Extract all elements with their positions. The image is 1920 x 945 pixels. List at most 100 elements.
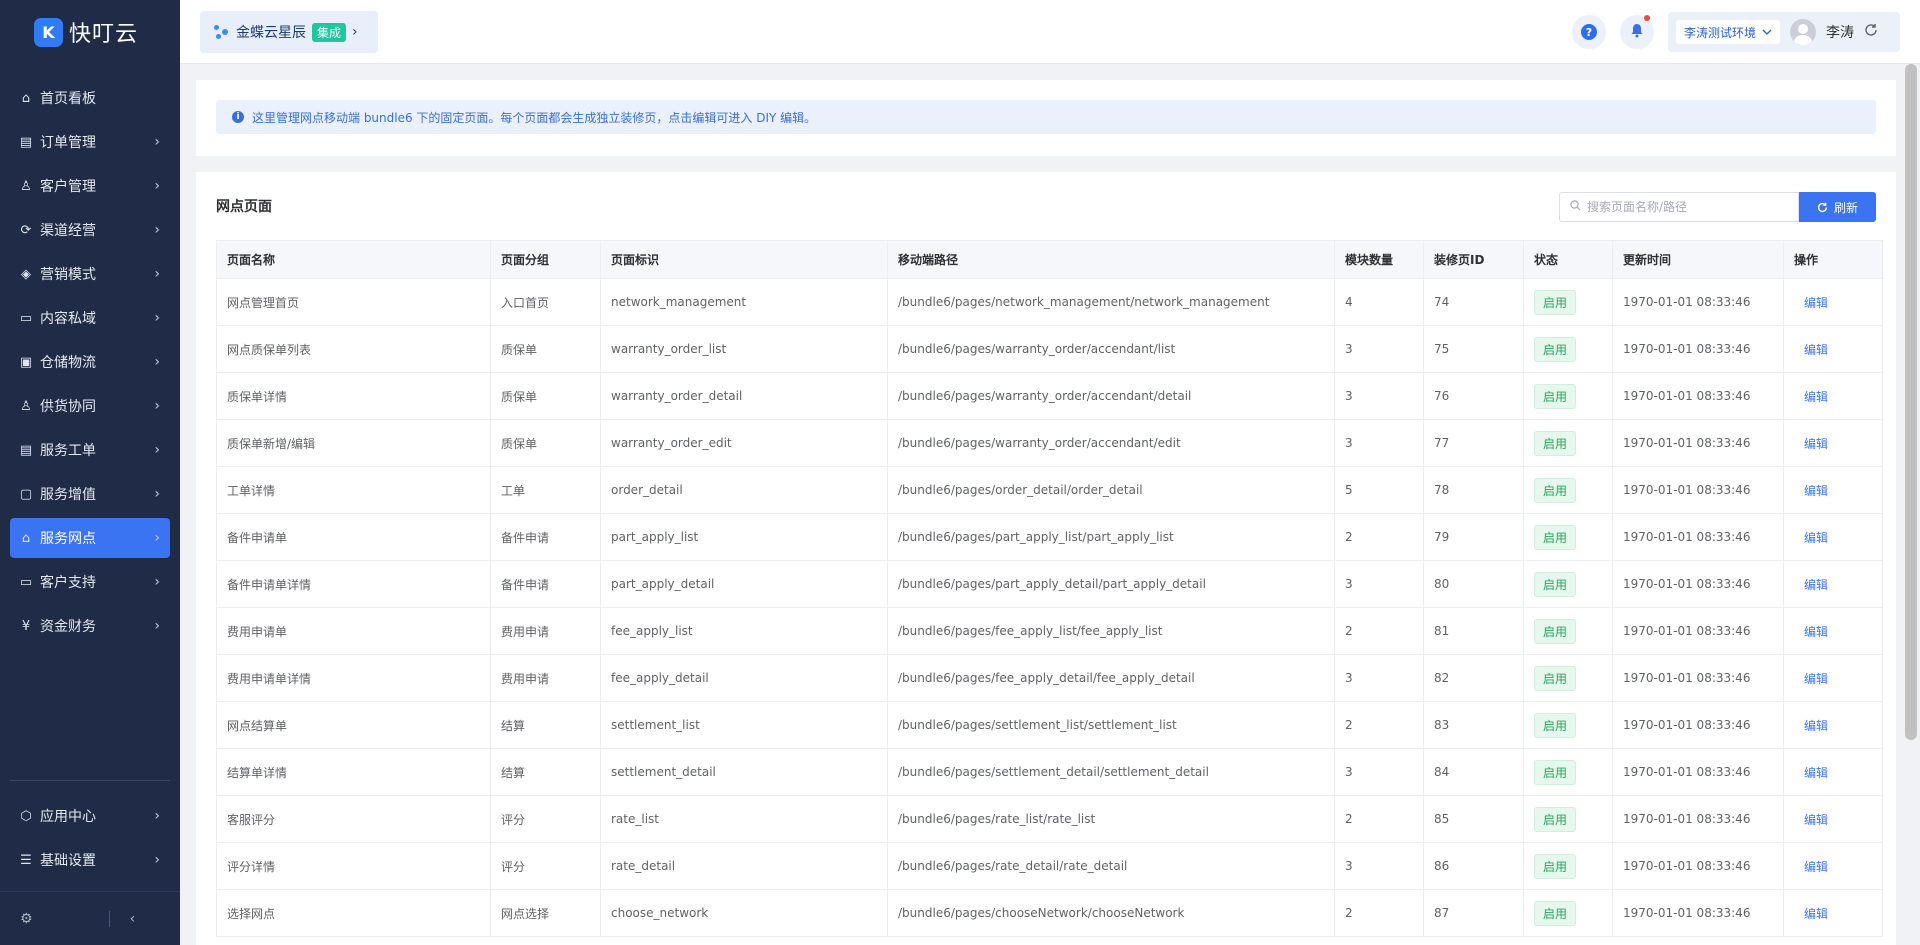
notice-text: 这里管理网点移动端 bundle6 下的固定页面。每个页面都会生成独立装修页，点… <box>252 110 817 125</box>
channel-icon: ⟳ <box>20 222 32 238</box>
sidebar-item-user[interactable]: ♙ 客户管理 › <box>10 166 170 206</box>
table-row: 客服评分 评分 rate_list/bundle6/pages/rate_list/… <box>216 795 1883 843</box>
col-status: 启用 <box>1523 278 1613 326</box>
app-switcher[interactable]: 金蝶云星辰 集成 › <box>200 11 378 53</box>
col-status: 启用 <box>1523 842 1613 890</box>
brand-logo[interactable]: K 快叮云 <box>0 0 180 64</box>
col-mobile-path: /bundle6/pages/chooseNetwork/chooseNetwo… <box>887 889 1335 937</box>
sidebar-item-settings-list[interactable]: ☰ 基础设置 › <box>10 840 170 880</box>
edit-link[interactable]: 编辑 <box>1794 672 1828 686</box>
sidebar-item-support[interactable]: ▭ 客户支持 › <box>10 562 170 602</box>
chevron-right-icon: › <box>154 442 160 458</box>
col-page-key: choose_network <box>600 889 888 937</box>
search-input[interactable] <box>1587 200 1787 214</box>
status-badge: 启用 <box>1534 853 1577 879</box>
sidebar-item-image[interactable]: ▭ 内容私域 › <box>10 298 170 338</box>
col-page-key: order_detail <box>600 466 888 514</box>
search-field[interactable] <box>1559 192 1799 222</box>
edit-link[interactable]: 编辑 <box>1794 907 1828 921</box>
col-decor-id: 85 <box>1423 795 1524 843</box>
help-button[interactable]: ? <box>1572 15 1606 49</box>
env-user-box: 李涛测试环境 李涛 <box>1668 12 1900 52</box>
edit-link[interactable]: 编辑 <box>1794 813 1828 827</box>
edit-link[interactable]: 编辑 <box>1794 343 1828 357</box>
edit-link[interactable]: 编辑 <box>1794 578 1828 592</box>
edit-link[interactable]: 编辑 <box>1794 719 1828 733</box>
sidebar-item-tag[interactable]: ◈ 营销模式 › <box>10 254 170 294</box>
sidebar-item-channel[interactable]: ⟳ 渠道经营 › <box>10 210 170 250</box>
col-page-group: 费用申请 <box>490 607 601 655</box>
col-page-group: 质保单 <box>490 419 601 467</box>
col-module-count: 2 <box>1334 607 1424 655</box>
gear-icon[interactable]: ⚙ <box>20 911 33 927</box>
status-badge: 启用 <box>1534 571 1577 597</box>
col-module-count: 3 <box>1334 560 1424 608</box>
chevron-right-icon: › <box>154 178 160 194</box>
edit-link[interactable]: 编辑 <box>1794 766 1828 780</box>
edit-link[interactable]: 编辑 <box>1794 531 1828 545</box>
table-row: 结算单详情 结算 settlement_detail/bundle6/pages/s… <box>216 748 1883 796</box>
chevron-right-icon: › <box>154 222 160 238</box>
col-mobile-path: /bundle6/pages/warranty_order/accendant/… <box>887 419 1335 467</box>
table-row: 质保单新增/编辑 质保单 warranty_order_edit/bundle6/p… <box>216 419 1883 467</box>
edit-link[interactable]: 编辑 <box>1794 437 1828 451</box>
col-page-name: 质保单详情 <box>216 372 491 420</box>
col-page-key: fee_apply_detail <box>600 654 888 702</box>
status-badge: 启用 <box>1534 289 1577 315</box>
edit-link[interactable]: 编辑 <box>1794 625 1828 639</box>
col-status: 启用 <box>1523 701 1613 749</box>
col-decor-id: 79 <box>1423 513 1524 561</box>
sidebar-item-ticket[interactable]: ▤ 服务工单 › <box>10 430 170 470</box>
refresh-button[interactable]: 刷新 <box>1799 192 1876 222</box>
notification-button[interactable] <box>1620 15 1654 49</box>
table-row: 备件申请单详情 备件申请 part_apply_detail/bundle6/pag… <box>216 560 1883 608</box>
sidebar-item-app-center[interactable]: ⬡ 应用中心 › <box>10 796 170 836</box>
col-status: 启用 <box>1523 607 1613 655</box>
edit-link[interactable]: 编辑 <box>1794 390 1828 404</box>
chevron-right-icon: › <box>154 808 160 824</box>
warehouse-icon: ▣ <box>19 354 33 370</box>
user-name[interactable]: 李涛 <box>1826 22 1854 42</box>
footer-divider <box>108 910 110 927</box>
sidebar: K 快叮云 ⌂ 首页看板 ▤ 订单管理 › ♙ 客户管理 › ⟳ 渠道经营 › ◈ 营销模式 › ▭ 内容私域… <box>0 0 180 945</box>
col-page-key: fee_apply_list <box>600 607 888 655</box>
info-icon: i <box>232 111 244 123</box>
col-decor-id: 81 <box>1423 607 1524 655</box>
col-module-count: 3 <box>1334 419 1424 467</box>
avatar[interactable] <box>1790 19 1817 45</box>
chevron-right-icon: › <box>352 24 358 40</box>
collapse-sidebar-icon[interactable]: ‹ <box>130 911 136 927</box>
col-module-count: 3 <box>1334 372 1424 420</box>
edit-link[interactable]: 编辑 <box>1794 484 1828 498</box>
sidebar-item-supply[interactable]: ♙ 供货协同 › <box>10 386 170 426</box>
main-content: i 这里管理网点移动端 bundle6 下的固定页面。每个页面都会生成独立装修页… <box>196 80 1896 945</box>
environment-select[interactable]: 李涛测试环境 <box>1676 20 1781 44</box>
sidebar-item-label: 首页看板 <box>40 91 96 107</box>
col-mobile-path: /bundle6/pages/settlement_detail/settlem… <box>887 748 1335 796</box>
col-page-key-header: 页面标识 <box>600 240 888 279</box>
bag-icon: ▢ <box>19 486 33 502</box>
status-badge: 启用 <box>1534 759 1577 785</box>
col-actions: 编辑 <box>1783 419 1883 467</box>
col-page-group-header: 页面分组 <box>490 240 601 279</box>
reload-icon[interactable] <box>1864 23 1878 41</box>
col-decor-id: 84 <box>1423 748 1524 796</box>
page-scrollbar[interactable] <box>1905 64 1917 740</box>
col-page-key: warranty_order_edit <box>600 419 888 467</box>
sidebar-item-store[interactable]: ⌂ 服务网点 › <box>10 518 170 558</box>
col-page-group: 费用申请 <box>490 654 601 702</box>
sidebar-item-bag[interactable]: ▢ 服务增值 › <box>10 474 170 514</box>
sidebar-item-label: 客户支持 <box>40 575 96 591</box>
table-row: 网点管理首页 入口首页 network_management/bundle6/pag… <box>216 278 1883 326</box>
sidebar-item-warehouse[interactable]: ▣ 仓储物流 › <box>10 342 170 382</box>
col-page-name-header: 页面名称 <box>216 240 491 279</box>
col-page-name: 结算单详情 <box>216 748 491 796</box>
sidebar-item-home[interactable]: ⌂ 首页看板 <box>10 78 170 118</box>
sidebar-item-order[interactable]: ▤ 订单管理 › <box>10 122 170 162</box>
col-updated-at: 1970-01-01 08:33:46 <box>1612 560 1784 608</box>
edit-link[interactable]: 编辑 <box>1794 860 1828 874</box>
edit-link[interactable]: 编辑 <box>1794 296 1828 310</box>
sidebar-item-finance[interactable]: ¥ 资金财务 › <box>10 606 170 646</box>
col-updated-at: 1970-01-01 08:33:46 <box>1612 325 1784 373</box>
col-page-key: settlement_list <box>600 701 888 749</box>
